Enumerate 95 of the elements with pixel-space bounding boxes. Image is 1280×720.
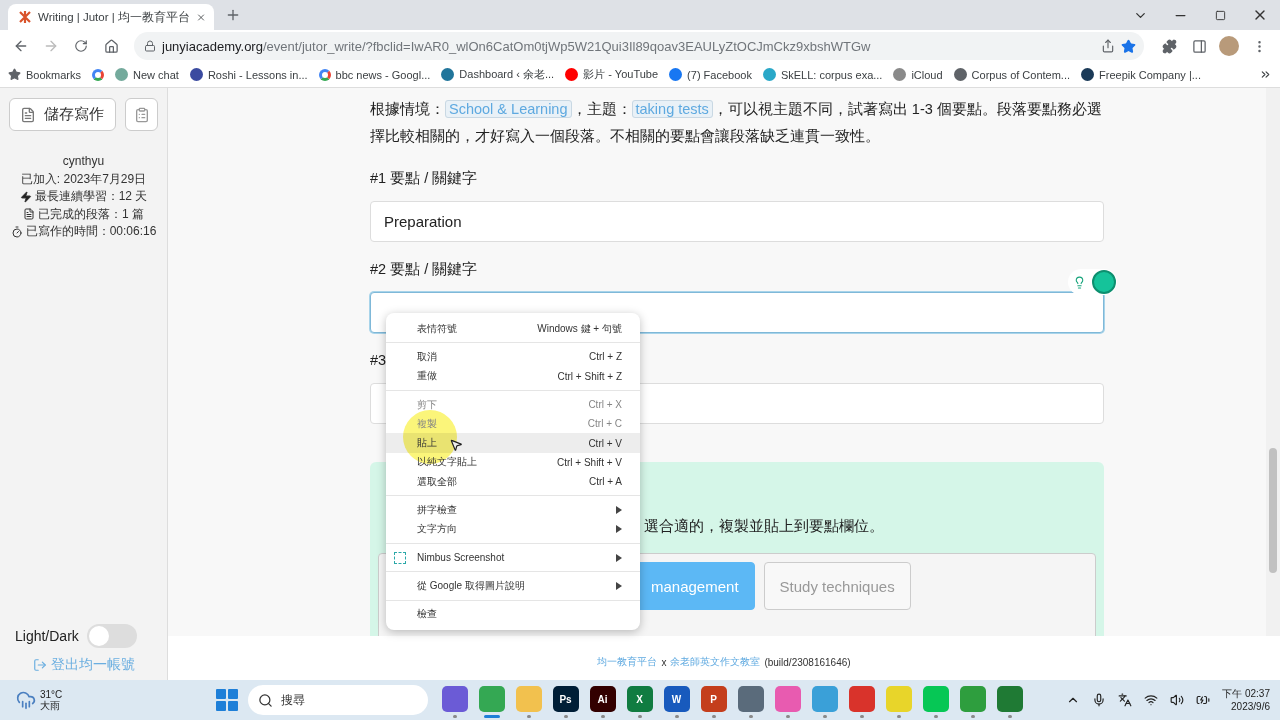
timer-icon [10,225,23,238]
bookmark-link[interactable]: (7) Facebook [687,68,752,81]
search-icon [258,692,273,708]
lock-icon [144,40,156,52]
taskbar-app[interactable]: Ps [552,686,579,712]
back-icon[interactable] [13,38,29,54]
menu-item[interactable]: 表情符號 Windows 鍵 + 句號 [386,319,640,339]
taskbar-app[interactable] [959,686,986,712]
start-button[interactable] [216,689,238,711]
scrollbar[interactable] [1266,88,1280,636]
document-icon [23,208,35,221]
bookmark-link[interactable]: New chat [133,68,179,81]
bookmark-link[interactable]: Freepik Company |... [1099,68,1201,81]
wifi-icon[interactable] [1144,693,1159,707]
topic-tag: taking tests [631,100,713,118]
stat-text: 最長連續學習：12 天 [34,188,148,205]
lightbulb-icon [1073,275,1086,289]
taskbar-app[interactable] [811,686,838,712]
reload-icon[interactable] [74,39,88,53]
browser-tab[interactable]: Writing | Jutor | 均一教育平台 [8,4,214,30]
field-label: #2 要點 / 關鍵字 [370,260,478,279]
new-tab-icon[interactable] [225,7,241,23]
taskbar-app[interactable]: W [663,686,690,712]
bolt-icon [19,190,32,203]
panel-icon [133,106,150,123]
share-icon[interactable] [1101,39,1115,53]
submenu-arrow-icon [616,581,622,590]
volume-icon[interactable] [1170,693,1185,707]
sidebar-toggle-button[interactable] [125,98,158,131]
taskbar-app[interactable] [441,686,468,712]
submenu-arrow-icon [616,525,622,534]
taskbar-app[interactable] [774,686,801,712]
maximize-icon[interactable] [1214,9,1226,21]
theme-switch[interactable] [86,624,137,648]
extensions-icon[interactable] [1161,38,1177,54]
bookmark-link[interactable]: Roshi - Lessons in... [207,68,308,81]
google-icon[interactable] [92,68,105,81]
stat-text: 已寫作的時間：00:06:16 [25,223,157,240]
profile-avatar[interactable] [1219,36,1239,56]
stat-text: 已完成的段落：1 篇 [38,205,144,223]
bookmark-link[interactable]: bbc news - Googl... [335,68,431,81]
weather-icon[interactable] [16,690,36,710]
battery-icon[interactable] [1196,693,1211,707]
menu-item[interactable]: 文字方向 [386,519,640,539]
keyword-field[interactable]: Preparation [370,201,1104,242]
username: cynthyu [62,153,105,170]
address-bar[interactable]: junyiacademy.org/event/jutor_write/?fbclid=IwAR0_wlOn6CatOm0tjWp5W21Qui3Il89qoav3EAULyZtOCJmCkz9xbshWTGw [134,32,1144,60]
save-button[interactable]: 儲存寫作 [9,98,117,131]
star-icon [8,68,21,81]
more-bookmarks-icon[interactable] [1259,68,1272,81]
menu-item[interactable]: 取消 Ctrl + Z [386,347,640,367]
submenu-arrow-icon [616,553,622,562]
theme-label: Light/Dark [15,628,79,644]
field-label: #1 要點 / 關鍵字 [370,169,478,188]
bookmark-link[interactable]: Corpus of Contem... [971,68,1071,81]
logout-icon [32,658,47,672]
menu-item[interactable]: 重做 Ctrl + Shift + Z [386,366,640,386]
taskbar-app[interactable]: X [626,686,653,712]
taskbar-app[interactable]: P [700,686,727,712]
instruction-text: 根據情境： School & Learning ，主題： taking tests ，可以視主題不同，試著寫出 1-3 個要點。段落要點務必選擇比較相關的，才好寫入一個段落。不相關的要點會讓段落缺乏連貫一致性。 [370,99,1103,146]
menu-item[interactable]: 選取全部 Ctrl + A [386,472,640,492]
bookmark-star-icon[interactable] [1121,38,1136,54]
site-logo-icon [18,10,32,24]
taskbar-app[interactable] [478,686,505,712]
taskbar-app[interactable]: Ai [589,686,616,712]
bookmark-link[interactable]: 影片 - YouTube [583,67,659,82]
temperature: 31°C [40,689,63,700]
field-label: #3 [370,351,387,370]
bookmark-link[interactable]: SkELL: corpus exa... [780,68,883,81]
topic-tag: School & Learning [445,100,572,118]
search-field[interactable]: 搜尋 [248,685,428,715]
build-text: (build/2308161646) [764,656,851,668]
cursor-icon [449,438,463,452]
weather-text: 大雨 [40,700,61,711]
bookmark-link[interactable]: Dashboard ‹ 余老... [459,67,555,82]
bookmark-link[interactable]: Bookmarks [26,68,82,81]
microphone-icon[interactable] [1092,693,1107,707]
menu-item[interactable]: 貼上 Ctrl + V [386,433,640,453]
grammarly-icon [1092,270,1116,294]
joined-date: 已加入: 2023年7月29日 [20,170,147,188]
side-panel-icon[interactable] [1191,38,1207,54]
menu-item[interactable]: 拼字檢查 [386,500,640,520]
clock[interactable]: 下午 02:37 2023/9/6 [1222,687,1270,713]
pdf-icon [20,106,36,123]
taskbar-app[interactable] [848,686,875,712]
google-icon[interactable] [318,68,331,81]
home-icon[interactable] [103,38,119,54]
submenu-arrow-icon [616,506,622,514]
footer-text: x [661,656,667,668]
bookmark-link[interactable]: iCloud [911,68,943,81]
taskbar-app[interactable] [996,686,1023,712]
taskbar-app[interactable] [737,686,764,712]
grammarly-widget[interactable] [1068,269,1117,295]
language-icon[interactable] [1118,693,1133,707]
suggestion-text: 選合適的，複製並貼上到要點欄位。 [644,517,884,536]
